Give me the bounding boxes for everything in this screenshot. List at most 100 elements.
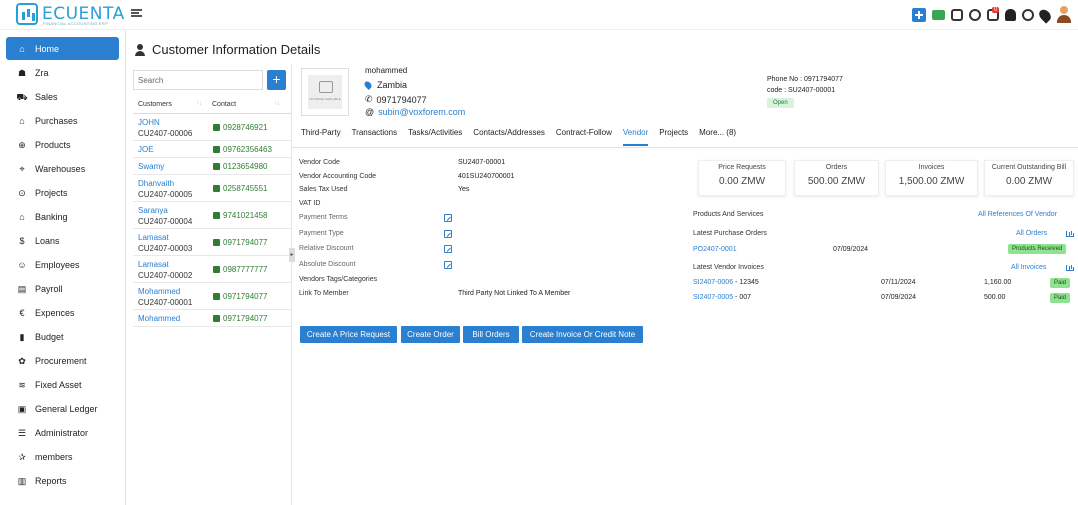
action-create-order-button[interactable]: Create Order bbox=[401, 326, 460, 343]
email-link[interactable]: subin@voxforem.com bbox=[378, 107, 465, 117]
table-row[interactable]: Dhanvaith CU2407-00005 0258745551 bbox=[133, 175, 291, 202]
edit-icon[interactable] bbox=[444, 261, 452, 269]
customer-name-link[interactable]: JOHN bbox=[138, 118, 160, 127]
at-icon: @ bbox=[365, 107, 375, 117]
sidebar-item-purchases[interactable]: ⌂ Purchases bbox=[6, 109, 119, 132]
customer-phone[interactable]: 0258745551 bbox=[213, 184, 268, 193]
sort-icon[interactable]: ↑↓ bbox=[274, 101, 280, 107]
customer-name-link[interactable]: JOE bbox=[138, 145, 154, 154]
customer-name-link[interactable]: Lamasat bbox=[138, 233, 169, 242]
sidebar-item-sales[interactable]: ⛟ Sales bbox=[6, 85, 119, 108]
edit-icon[interactable] bbox=[444, 230, 452, 238]
sidebar-item-reports[interactable]: ▥ Reports bbox=[6, 469, 119, 492]
tab-transactions[interactable]: Transactions bbox=[352, 126, 398, 146]
all-orders-link[interactable]: All Orders bbox=[1016, 230, 1047, 237]
sort-icon[interactable]: ↑↓ bbox=[196, 101, 202, 107]
menu-toggle-icon[interactable] bbox=[131, 9, 142, 17]
stat-card[interactable]: Price Requests 0.00 ZMW bbox=[698, 160, 786, 196]
stat-card[interactable]: Orders 500.00 ZMW bbox=[794, 160, 879, 196]
user-avatar-icon[interactable] bbox=[1056, 6, 1072, 24]
action-create-invoice-or-credit-note-button[interactable]: Create Invoice Or Credit Note bbox=[522, 326, 643, 343]
ecuenta-logo[interactable]: ECUENTA FINANCIAL ACCOUNTING ERP bbox=[16, 3, 124, 27]
sidebar-item-banking[interactable]: ⌂ Banking bbox=[6, 205, 119, 228]
sidebar-item-label: General Ledger bbox=[35, 403, 98, 414]
location-icon[interactable] bbox=[1036, 6, 1054, 24]
customer-name-link[interactable]: Dhanvaith bbox=[138, 179, 174, 188]
printer-icon[interactable] bbox=[951, 9, 963, 21]
sidebar-item-products[interactable]: ⊕ Products bbox=[6, 133, 119, 156]
sidebar-item-payroll[interactable]: ▤ Payroll bbox=[6, 277, 119, 300]
tab-projects[interactable]: Projects bbox=[659, 126, 688, 146]
tab-third-party[interactable]: Third-Party bbox=[301, 126, 341, 146]
col-contact[interactable]: Contact bbox=[212, 101, 236, 108]
field-label: Vendor Code bbox=[299, 159, 340, 166]
sidebar-item-employees[interactable]: ☺ Employees bbox=[6, 253, 119, 276]
sidebar-item-projects[interactable]: ⊙ Projects bbox=[6, 181, 119, 204]
table-row[interactable]: JOHN CU2407-00006 0928746921 bbox=[133, 114, 291, 141]
action-bill-orders-button[interactable]: Bill Orders bbox=[463, 326, 519, 343]
customer-name-link[interactable]: Mohammed bbox=[138, 287, 180, 296]
sidebar-item-general-ledger[interactable]: ▣ General Ledger bbox=[6, 397, 119, 420]
sidebar-item-members[interactable]: ✰ members bbox=[6, 445, 119, 468]
sidebar-item-fixed-asset[interactable]: ≋ Fixed Asset bbox=[6, 373, 119, 396]
sidebar-item-administrator[interactable]: ☰ Administrator bbox=[6, 421, 119, 444]
tab-tasks-activities[interactable]: Tasks/Activities bbox=[408, 126, 462, 146]
col-customers[interactable]: Customers bbox=[138, 101, 172, 108]
building-icon[interactable]: 0 bbox=[987, 7, 1000, 21]
stat-card[interactable]: Current Outstanding Bill 0.00 ZMW bbox=[984, 160, 1074, 196]
sidebar-item-budget[interactable]: ▮ Budget bbox=[6, 325, 119, 348]
table-row[interactable]: JOE 09762356463 bbox=[133, 141, 291, 158]
table-row[interactable]: Lamasat CU2407-00002 0987777777 bbox=[133, 256, 291, 283]
sidebar-item-expences[interactable]: € Expences bbox=[6, 301, 119, 324]
collapse-handle[interactable]: ▸ bbox=[289, 248, 295, 262]
tab-vendor[interactable]: Vendor bbox=[622, 126, 649, 146]
tab-contract-follow[interactable]: Contract-Follow bbox=[556, 126, 612, 146]
sidebar-item-home[interactable]: ⌂ Home bbox=[6, 37, 119, 60]
all-invoices-link[interactable]: All Invoices bbox=[1011, 264, 1046, 271]
customer-phone[interactable]: 9741021458 bbox=[213, 211, 268, 220]
warehouses-icon: ⌖ bbox=[19, 163, 25, 174]
add-customer-button[interactable]: + bbox=[267, 70, 286, 90]
sidebar-item-label: Loans bbox=[35, 235, 60, 246]
customer-phone[interactable]: 0987777777 bbox=[213, 265, 268, 274]
edit-icon[interactable] bbox=[444, 214, 452, 222]
profile-photo: NO IMAGE AVAILABLE bbox=[301, 68, 349, 116]
invoice-link[interactable]: SI2407-0005 bbox=[693, 294, 733, 301]
chart-icon[interactable] bbox=[1066, 265, 1074, 271]
table-row[interactable]: Saranya CU2407-00004 9741021458 bbox=[133, 202, 291, 229]
customer-name-link[interactable]: Saranya bbox=[138, 206, 168, 215]
table-row[interactable]: Swamy 0123654980 bbox=[133, 158, 291, 175]
customer-name-link[interactable]: Mohammed bbox=[138, 314, 180, 323]
sidebar-item-warehouses[interactable]: ⌖ Warehouses bbox=[6, 157, 119, 180]
search-input[interactable] bbox=[133, 70, 263, 90]
table-row[interactable]: Mohammed 0971794077 bbox=[133, 310, 291, 327]
chart-icon[interactable] bbox=[1066, 231, 1074, 237]
customer-phone[interactable]: 0928746921 bbox=[213, 123, 268, 132]
customer-phone[interactable]: 09762356463 bbox=[213, 145, 272, 154]
cash-icon[interactable] bbox=[932, 10, 945, 20]
customer-phone[interactable]: 0971794077 bbox=[213, 314, 268, 323]
edit-icon[interactable] bbox=[444, 245, 452, 253]
history-icon[interactable] bbox=[1022, 9, 1034, 21]
main-content: Customer Information Details + Customers… bbox=[126, 30, 1078, 505]
all-references-link[interactable]: All References Of Vendor bbox=[978, 211, 1057, 218]
invoice-link[interactable]: SI2407-0006 bbox=[693, 279, 733, 286]
customer-phone[interactable]: 0123654980 bbox=[213, 162, 268, 171]
settings-icon[interactable] bbox=[969, 9, 981, 21]
bell-icon[interactable] bbox=[1005, 9, 1016, 21]
sidebar-item-zra[interactable]: ☗ Zra bbox=[6, 61, 119, 84]
purchase-order-link[interactable]: PO2407-0001 bbox=[693, 246, 737, 253]
tab-contacts-addresses[interactable]: Contacts/Addresses bbox=[473, 126, 545, 146]
customer-phone[interactable]: 0971794077 bbox=[213, 238, 268, 247]
customer-name-link[interactable]: Lamasat bbox=[138, 260, 169, 269]
plus-icon[interactable] bbox=[912, 8, 926, 22]
action-create-a-price-request-button[interactable]: Create A Price Request bbox=[300, 326, 397, 343]
tab-more-8[interactable]: More... (8) bbox=[699, 126, 736, 146]
stat-card[interactable]: Invoices 1,500.00 ZMW bbox=[885, 160, 978, 196]
customer-phone[interactable]: 0971794077 bbox=[213, 292, 268, 301]
sidebar-item-procurement[interactable]: ✿ Procurement bbox=[6, 349, 119, 372]
sidebar-item-loans[interactable]: $ Loans bbox=[6, 229, 119, 252]
table-row[interactable]: Lamasat CU2407-00003 0971794077 bbox=[133, 229, 291, 256]
table-row[interactable]: Mohammed CU2407-00001 0971794077 bbox=[133, 283, 291, 310]
customer-name-link[interactable]: Swamy bbox=[138, 162, 164, 171]
